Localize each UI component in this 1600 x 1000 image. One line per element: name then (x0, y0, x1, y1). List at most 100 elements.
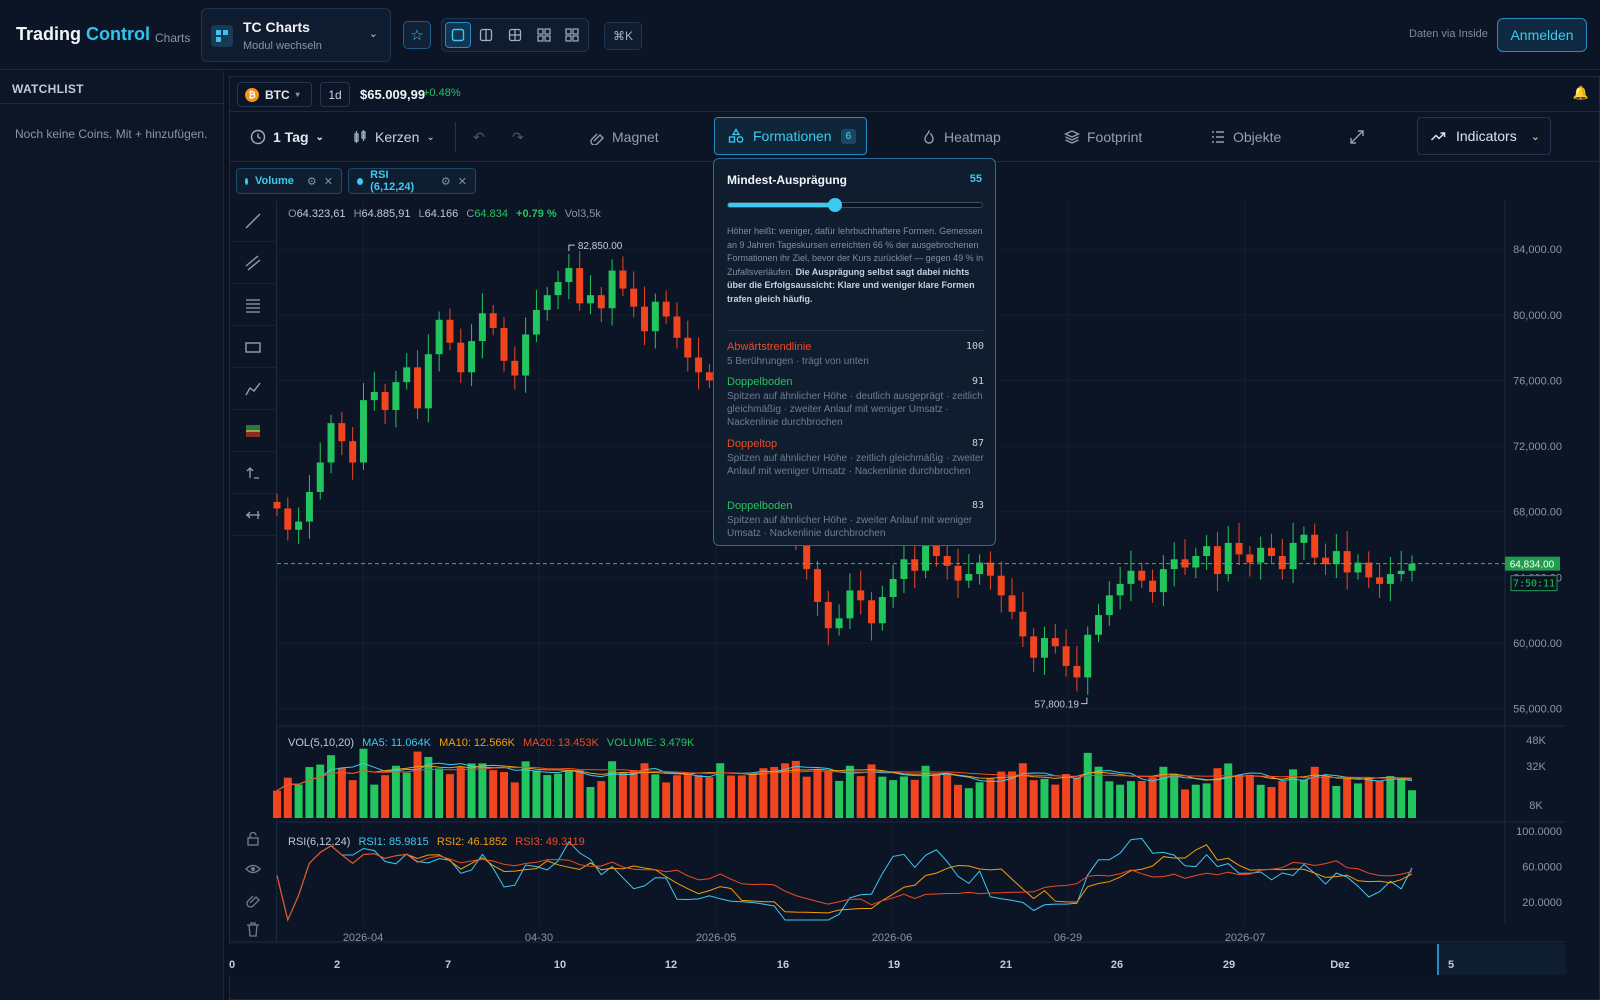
rectangle-tool[interactable] (230, 327, 276, 368)
ohlc-readout: O64.323,61 H64.885,91 L64.166 C64.834 +0… (288, 208, 606, 220)
polyline-tool[interactable] (230, 369, 276, 410)
drawing-toolbar (230, 201, 277, 941)
magnet-icon (590, 133, 604, 145)
parallel-lines-icon (245, 255, 261, 271)
pattern-item[interactable]: Doppelboden 83 Spitzen auf ähnlicher Höh… (727, 500, 984, 540)
login-button[interactable]: Anmelden (1497, 18, 1587, 52)
footprint-button[interactable]: Footprint (1064, 124, 1142, 150)
anchor-tool[interactable] (230, 495, 276, 536)
layout-selector (441, 18, 589, 52)
chevron-down-icon: ⌄ (426, 131, 435, 143)
pattern-desc: Spitzen auf ähnlicher Höhe · deutlich au… (727, 391, 983, 428)
vol-volume: VOLUME: 3.479K (606, 737, 695, 749)
polyline-icon (245, 382, 261, 396)
pattern-name: Doppelboden (727, 376, 793, 388)
pattern-name: Doppeltop (727, 438, 778, 450)
clock-icon (250, 129, 266, 145)
gear-icon[interactable]: ⚙ (307, 175, 317, 188)
vol-title: VOL(5,10,20) (288, 737, 355, 749)
volume-chip[interactable]: Volume ⚙ ✕ (236, 168, 342, 194)
pattern-score: 83 (971, 500, 984, 511)
trendline-tool[interactable] (230, 201, 276, 242)
rsi-chip-label: RSI (6,12,24) (370, 169, 415, 193)
close-icon[interactable]: ✕ (324, 175, 333, 188)
symbol-select[interactable]: ₿ BTC ▾ (237, 82, 312, 107)
command-palette-button[interactable]: ⌘K (604, 22, 642, 50)
magnet-label: Magnet (612, 129, 659, 145)
brand-logo[interactable]: Trading Control (16, 24, 150, 45)
shapes-icon (728, 128, 744, 143)
symbol-bar: ₿ BTC ▾ 1d $65.009,99 +0.48% 🔔 (230, 77, 1600, 112)
pattern-item[interactable]: Doppelboden 91 Spitzen auf ähnlicher Höh… (727, 376, 984, 429)
candles-icon (354, 130, 366, 143)
ohlc-open-label: O (288, 208, 297, 220)
undo-icon: ↶ (473, 128, 485, 145)
layout-grid-alt-button[interactable] (559, 22, 585, 48)
price-change: +0.48% (423, 87, 461, 99)
rsi-legend: RSI(6,12,24) RSI1: 85.9815 RSI2: 46.1852… (288, 836, 590, 848)
module-subtitle: Modul wechseln (243, 40, 322, 52)
rsi-chip[interactable]: RSI (6,12,24) ⚙ ✕ (348, 168, 476, 194)
undo-button[interactable]: ↶ (473, 124, 485, 150)
timeframe-box[interactable]: 1d (320, 82, 350, 107)
close-icon[interactable]: ✕ (458, 175, 467, 188)
pattern-score: 100 (965, 341, 984, 352)
magnet-icon (246, 895, 260, 908)
alert-bell-icon[interactable]: 🔔 (1573, 85, 1589, 101)
popup-value: 55 (969, 173, 982, 185)
layout-single-button[interactable] (445, 22, 471, 48)
slider-handle[interactable] (827, 198, 842, 212)
popup-title: Mindest-Ausprägung (727, 173, 847, 187)
indicators-dropdown[interactable]: Indicators ⌄ (1417, 117, 1551, 155)
layout-split-button[interactable] (474, 22, 500, 48)
chevron-down-icon: ⌄ (1530, 130, 1540, 143)
layout-grid-button[interactable] (531, 22, 557, 48)
layout-quad-button[interactable] (502, 22, 528, 48)
interval-dropdown[interactable]: 1 Tag ⌄ (250, 124, 324, 150)
formationen-count-badge: 6 (840, 128, 857, 144)
interval-label: 1 Tag (273, 129, 309, 145)
chevron-down-icon: ⌄ (315, 131, 324, 143)
eye-icon (245, 864, 261, 873)
flame-icon (924, 130, 934, 144)
measure-tool[interactable] (230, 453, 276, 494)
ohlc-change: +0.79 % (516, 208, 557, 220)
position-icon (246, 425, 260, 437)
module-icon (211, 25, 233, 47)
delete-tool[interactable] (230, 908, 276, 949)
pattern-item[interactable]: Abwärtstrendlinie 100 5 Berührungen · tr… (727, 341, 984, 368)
heatmap-button[interactable]: Heatmap (921, 124, 1001, 150)
rsi-title: RSI(6,12,24) (288, 836, 351, 848)
layout-quad-icon (508, 28, 522, 42)
list-icon (1212, 131, 1224, 143)
popup-divider (727, 330, 984, 331)
formationen-button[interactable]: Formationen 6 (714, 117, 867, 155)
parallel-channel-tool[interactable] (230, 243, 276, 284)
chart-type-label: Kerzen (375, 129, 420, 145)
chart-type-dropdown[interactable]: Kerzen ⌄ (352, 124, 435, 150)
expand-button[interactable] (1349, 124, 1365, 150)
chevron-down-icon: ⌄ (368, 28, 378, 40)
chevron-down-icon: ▾ (295, 90, 300, 99)
favorite-star-button[interactable]: ☆ (403, 21, 431, 49)
module-switcher[interactable]: TC Charts Modul wechseln ⌄ (201, 8, 391, 62)
vol-ma20: MA20: 13.453K (522, 737, 599, 749)
vol-ma10: MA10: 12.566K (439, 737, 515, 749)
hlines-icon (246, 299, 260, 313)
horizontal-lines-tool[interactable] (230, 285, 276, 326)
redo-button[interactable]: ↷ (512, 124, 524, 150)
data-source-label: Daten via Inside (1409, 28, 1488, 40)
rsi3-value: RSI3: 49.3119 (515, 836, 585, 848)
gear-icon[interactable]: ⚙ (441, 175, 451, 188)
objekte-button[interactable]: Objekte (1210, 124, 1281, 150)
chart-toolbar: 1 Tag ⌄ Kerzen ⌄ ↶ ↷ Magnet Formationen … (230, 112, 1600, 162)
chip-dot (245, 177, 248, 185)
long-position-tool[interactable] (230, 411, 276, 452)
magnet-button[interactable]: Magnet (589, 124, 659, 150)
objekte-label: Objekte (1233, 129, 1282, 145)
ohlc-low: 64.166 (424, 208, 459, 220)
strength-slider[interactable] (727, 198, 983, 212)
brand-sub: Charts (155, 31, 191, 45)
pattern-item[interactable]: Doppeltop 87 Spitzen auf ähnlicher Höhe … (727, 438, 984, 478)
watchlist-title: WATCHLIST (0, 71, 223, 104)
